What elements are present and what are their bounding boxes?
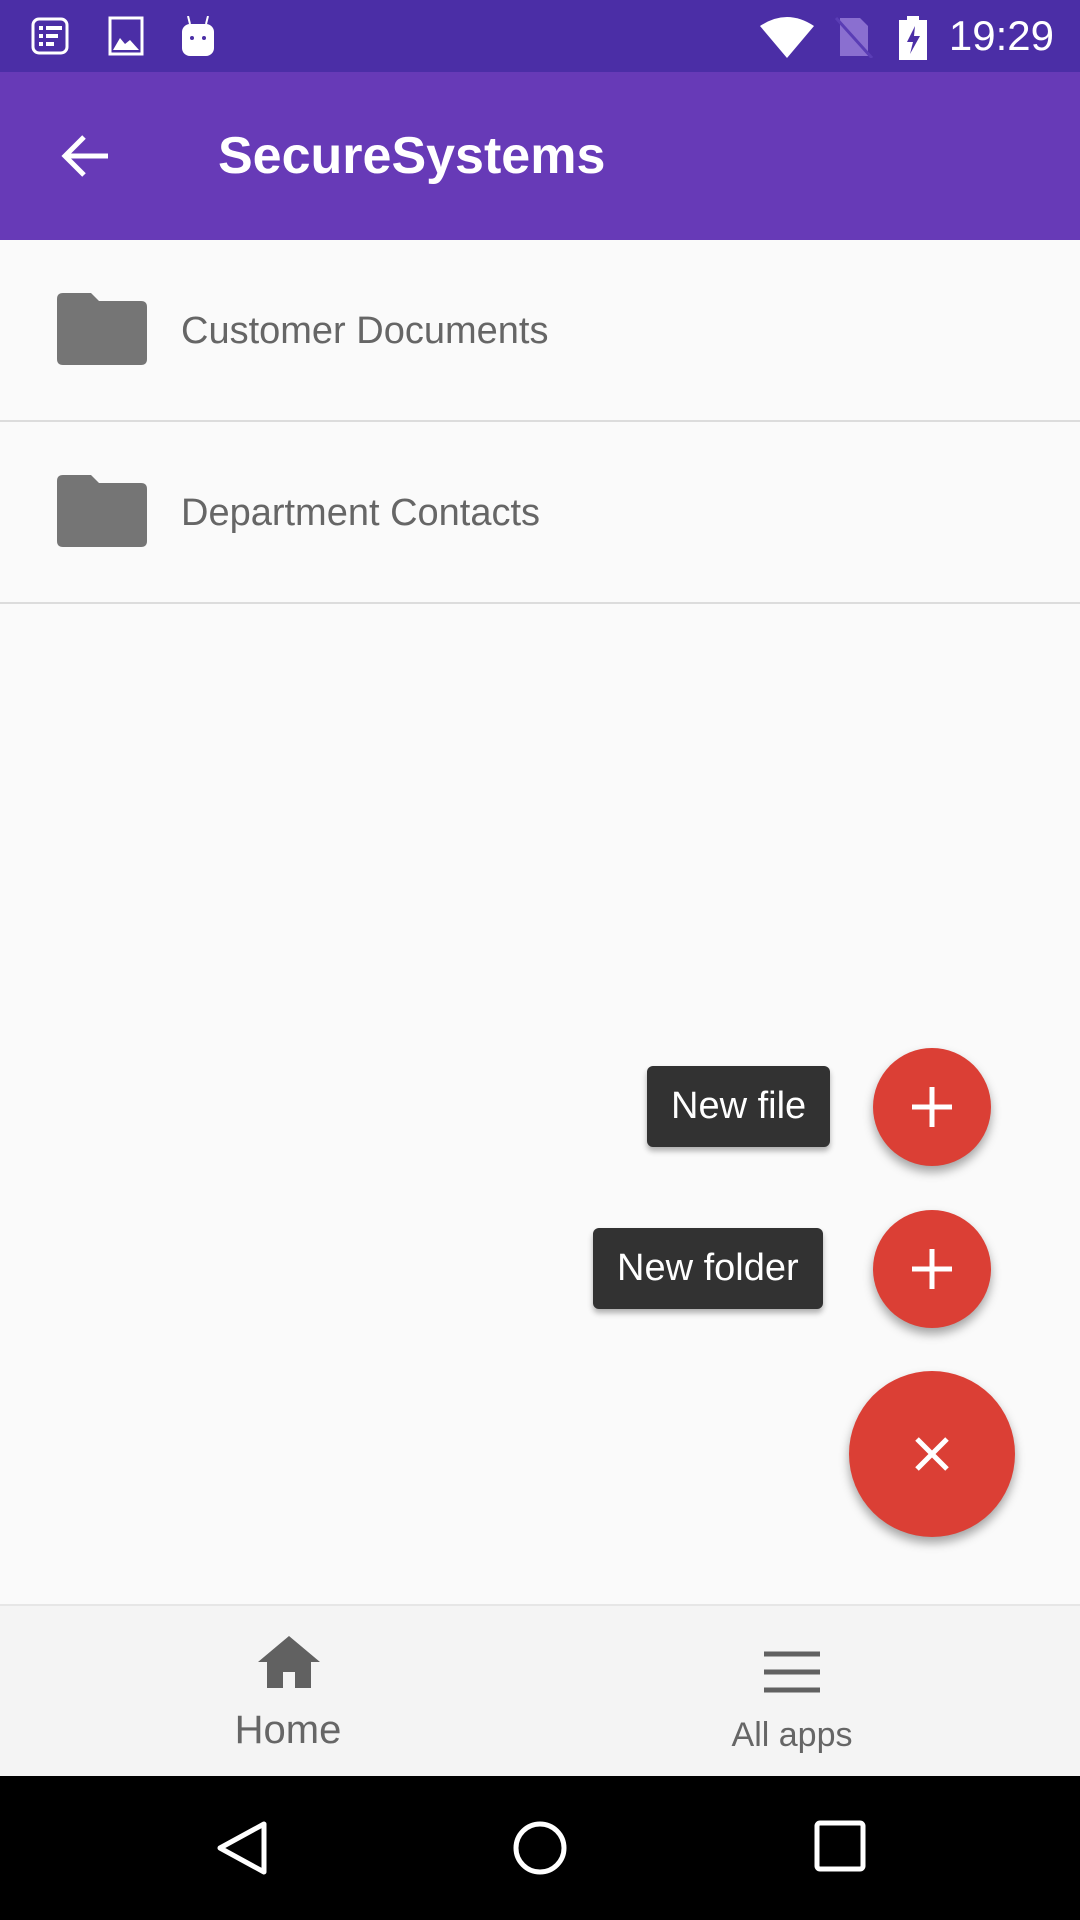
close-icon xyxy=(915,1437,949,1471)
new-file-button[interactable] xyxy=(873,1048,991,1166)
android-icon xyxy=(182,16,214,56)
plus-icon xyxy=(912,1249,952,1289)
status-bar: 19:29 xyxy=(0,0,1080,72)
nav-all-apps[interactable]: All apps xyxy=(522,1606,1062,1778)
nav-home[interactable]: Home xyxy=(18,1606,558,1778)
home-circle-icon[interactable] xyxy=(512,1820,568,1876)
new-folder-button[interactable] xyxy=(873,1210,991,1328)
nav-home-label: Home xyxy=(234,1708,342,1752)
plus-icon xyxy=(912,1087,952,1127)
clock: 19:29 xyxy=(948,12,1054,59)
folder-icon xyxy=(57,293,147,365)
folder-item-department-contacts[interactable]: Department Contacts xyxy=(0,422,1080,604)
notes-icon xyxy=(31,17,69,55)
folder-icon xyxy=(57,475,147,547)
close-fab-button[interactable] xyxy=(849,1371,1015,1537)
arrow-back-icon[interactable] xyxy=(56,126,116,186)
nav-all-apps-label: All apps xyxy=(731,1716,853,1754)
wifi-icon xyxy=(760,17,814,58)
recents-icon[interactable] xyxy=(814,1820,866,1872)
page-title: SecureSystems xyxy=(218,127,606,185)
no-sim-icon xyxy=(834,16,874,58)
folder-label: Department Contacts xyxy=(181,492,541,534)
folder-label: Customer Documents xyxy=(181,310,549,352)
folder-item-customer-documents[interactable]: Customer Documents xyxy=(0,240,1080,422)
bottom-navigation: Home All apps xyxy=(0,1604,1080,1776)
menu-icon xyxy=(764,1651,820,1693)
image-icon xyxy=(108,16,144,56)
new-file-label[interactable]: New file xyxy=(647,1066,831,1147)
new-folder-label[interactable]: New folder xyxy=(593,1228,823,1309)
battery-charging-icon xyxy=(899,16,927,60)
system-navigation-bar xyxy=(0,1776,1080,1920)
back-icon[interactable] xyxy=(214,1820,270,1876)
home-icon xyxy=(258,1636,320,1688)
app-bar: SecureSystems xyxy=(0,72,1080,240)
